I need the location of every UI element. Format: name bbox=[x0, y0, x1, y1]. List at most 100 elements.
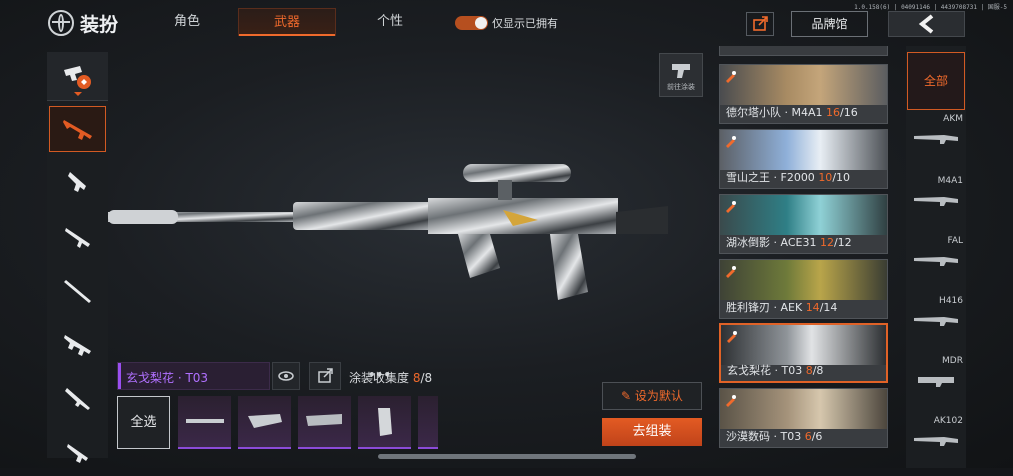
go-assemble-button[interactable]: 去组装 bbox=[602, 418, 702, 446]
skin-caption: 雪山之王 · F2000 10/10 bbox=[726, 171, 851, 184]
eye-icon bbox=[278, 371, 294, 381]
tab-character[interactable]: 角色 bbox=[147, 8, 227, 36]
tab-personal[interactable]: 个性 bbox=[350, 8, 430, 36]
paint-badge-icon bbox=[724, 392, 737, 407]
skin-caption: 玄戈梨花 · T03 8/8 bbox=[727, 364, 824, 377]
skin-card[interactable]: 沙漠数码 · T03 6/6 bbox=[719, 388, 888, 448]
skin-card[interactable]: 雪山之王 · F2000 10/10 bbox=[719, 129, 888, 189]
category-equipment[interactable] bbox=[47, 52, 108, 101]
skin-card[interactable]: 湖冰倒影 · ACE31 12/12 bbox=[719, 194, 888, 254]
category-assault-rifle[interactable] bbox=[49, 106, 106, 152]
rifle-silhouette-icon bbox=[914, 257, 958, 266]
grip-part-icon bbox=[378, 408, 392, 436]
skin-caption: 湖冰倒影 · ACE31 12/12 bbox=[726, 236, 852, 249]
model-item-m4a1[interactable]: M4A1 bbox=[906, 176, 966, 234]
skin-thumbnail bbox=[720, 260, 887, 300]
model-item-fal[interactable]: FAL bbox=[906, 236, 966, 294]
tab-weapon[interactable]: 武器 bbox=[238, 8, 336, 36]
owned-only-label: 仅显示已拥有 bbox=[492, 17, 558, 30]
part-slot-grip[interactable] bbox=[358, 396, 411, 449]
owned-only-toggle[interactable] bbox=[455, 16, 488, 30]
share-button[interactable] bbox=[746, 12, 774, 36]
set-default-button[interactable]: ✎ 设为默认 bbox=[602, 382, 702, 410]
part-slot-receiver[interactable] bbox=[298, 396, 351, 449]
goto-paint-label: 前往涂装 bbox=[667, 83, 695, 91]
paint-badge-icon bbox=[724, 133, 737, 148]
model-filter-all[interactable]: 全部 bbox=[907, 52, 965, 110]
page-title: 装扮 bbox=[80, 14, 119, 36]
barrel-part-icon bbox=[186, 419, 224, 423]
paint-gun-icon bbox=[672, 64, 690, 78]
collection-total: /8 bbox=[420, 371, 433, 385]
skin-thumbnail bbox=[721, 325, 886, 365]
weapon-preview[interactable] bbox=[108, 150, 668, 354]
set-default-label: 设为默认 bbox=[634, 389, 683, 403]
equipment-icon bbox=[64, 66, 91, 96]
category-smg[interactable] bbox=[49, 160, 106, 206]
share-icon bbox=[318, 368, 333, 383]
skin-caption: 胜利锋刃 · AEK 14/14 bbox=[726, 301, 838, 314]
model-item-ak102[interactable]: AK102 bbox=[906, 416, 966, 474]
back-button[interactable] bbox=[888, 11, 965, 37]
rifle-silhouette-icon bbox=[914, 197, 958, 206]
toggle-knob bbox=[475, 17, 487, 29]
share-icon bbox=[753, 16, 768, 31]
paint-badge-icon bbox=[724, 68, 737, 83]
model-item-akm[interactable]: AKM bbox=[906, 114, 966, 172]
paint-badge-icon bbox=[724, 263, 737, 278]
category-marksman[interactable] bbox=[49, 376, 106, 422]
select-all-button[interactable]: 全选 bbox=[117, 396, 170, 449]
rifle-silhouette-icon bbox=[914, 437, 958, 446]
category-shotgun[interactable] bbox=[49, 214, 106, 260]
receiver-part-icon bbox=[306, 414, 342, 426]
rifle-silhouette-icon bbox=[914, 135, 958, 144]
current-skin-name-box: 玄戈梨花 · T03 ••• bbox=[117, 362, 391, 390]
model-item-mdr[interactable]: MDR bbox=[906, 356, 966, 414]
weapon-model-sidebar: 全部 AKM M4A1 FAL H416 MDR AK102 bbox=[906, 46, 966, 468]
paint-badge-icon bbox=[725, 328, 738, 343]
skin-caption: 沙漠数码 · T03 6/6 bbox=[726, 430, 823, 443]
skin-card-selected[interactable]: 玄戈梨花 · T03 8/8 bbox=[719, 323, 888, 383]
assault-rifle-icon bbox=[62, 120, 92, 140]
skin-list: 德尔塔小队 · M4A1 16/16 雪山之王 · F2000 10/10 湖冰… bbox=[719, 46, 889, 468]
smg-icon bbox=[67, 172, 86, 192]
category-sniper[interactable] bbox=[49, 268, 106, 314]
share-skin-button[interactable] bbox=[309, 362, 341, 390]
collection-progress: 涂装收集度 8/8 bbox=[349, 369, 432, 386]
paint-badge-icon bbox=[724, 198, 737, 213]
handguard-part-icon bbox=[248, 414, 282, 428]
model-item-h416[interactable]: H416 bbox=[906, 296, 966, 354]
skin-thumbnail bbox=[720, 130, 887, 170]
part-slot-handguard[interactable] bbox=[238, 396, 291, 449]
category-lmg[interactable] bbox=[49, 322, 106, 368]
chevron-left-icon bbox=[918, 14, 934, 34]
skin-card-partial[interactable] bbox=[719, 46, 888, 56]
collection-label: 涂装收集度 bbox=[349, 371, 410, 385]
brush-icon: ✎ bbox=[621, 389, 635, 403]
current-skin-name: 玄戈梨花 · T03 bbox=[126, 371, 209, 385]
skin-card[interactable]: 德尔塔小队 · M4A1 16/16 bbox=[719, 64, 888, 124]
category-pistol[interactable] bbox=[49, 430, 106, 476]
marksman-icon bbox=[64, 388, 90, 410]
skin-card[interactable]: 胜利锋刃 · AEK 14/14 bbox=[719, 259, 888, 319]
skin-thumbnail bbox=[720, 65, 887, 105]
weapon-category-sidebar bbox=[47, 52, 108, 463]
lmg-icon bbox=[63, 335, 91, 356]
shotgun-icon bbox=[64, 228, 90, 248]
rifle-silhouette-icon bbox=[914, 317, 958, 326]
pistol-icon bbox=[66, 444, 88, 463]
rifle-silhouette-icon bbox=[918, 377, 954, 387]
part-slot-more[interactable] bbox=[418, 396, 438, 449]
globe-logo-icon bbox=[48, 10, 74, 36]
sniper-icon bbox=[63, 280, 91, 303]
skin-thumbnail bbox=[720, 195, 887, 235]
horizontal-scrollbar[interactable] bbox=[378, 454, 636, 459]
weapon-model-image bbox=[108, 164, 668, 300]
preview-eye-button[interactable] bbox=[272, 362, 300, 390]
brand-hall-button[interactable]: 品牌馆 bbox=[791, 11, 868, 37]
goto-paint-button[interactable]: 前往涂装 bbox=[659, 53, 703, 97]
top-bar: 装扮 角色 武器 个性 仅显示已拥有 品牌馆 bbox=[0, 0, 1013, 46]
skin-thumbnail bbox=[720, 389, 887, 429]
skin-caption: 德尔塔小队 · M4A1 16/16 bbox=[726, 106, 858, 119]
part-slot-barrel[interactable] bbox=[178, 396, 231, 449]
